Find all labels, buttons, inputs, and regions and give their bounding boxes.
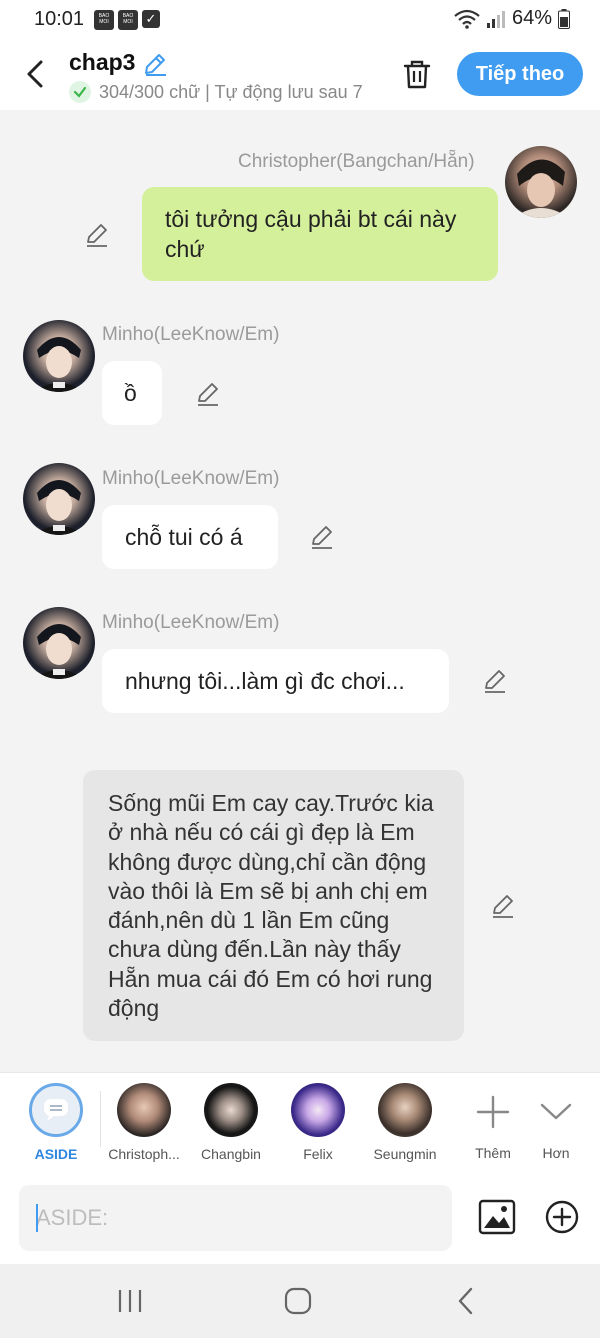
back-nav-icon[interactable]	[452, 1286, 482, 1316]
character-avatar	[291, 1083, 345, 1137]
character-avatar	[378, 1083, 432, 1137]
status-time: 10:01	[34, 8, 85, 30]
add-circle-icon[interactable]	[544, 1199, 580, 1235]
battery-icon	[558, 8, 570, 29]
message-input[interactable]	[19, 1185, 452, 1251]
recent-apps-icon[interactable]	[115, 1286, 145, 1316]
character-avatar	[204, 1083, 258, 1137]
character-label: Changbin	[201, 1146, 261, 1162]
notification-icons: BAO MOI BAO MOI ✓	[94, 10, 160, 30]
next-button[interactable]: Tiếp theo	[457, 52, 583, 96]
sender-name: Minho(LeeKnow/Em)	[102, 468, 280, 489]
chat-area[interactable]: Christopher(Bangchan/Hẵn) tôi tưởng cậu …	[0, 110, 600, 1072]
character-changbin[interactable]: Changbin	[186, 1083, 276, 1162]
saved-check-icon	[69, 81, 91, 103]
edit-message-pencil-icon[interactable]	[309, 524, 335, 550]
edit-message-pencil-icon[interactable]	[84, 222, 110, 248]
character-selector: ASIDE Christoph... Changbin Felix Seungm…	[0, 1072, 600, 1174]
character-label: ASIDE	[34, 1146, 78, 1162]
system-status: 64%	[454, 7, 570, 30]
editor-header: chap3 304/300 chữ | Tự động lưu sau 7 Ti…	[0, 40, 600, 110]
wifi-icon	[454, 9, 480, 29]
checkbox-notification-icon: ✓	[142, 10, 160, 28]
chevron-down-icon	[540, 1103, 572, 1120]
character-aside[interactable]: ASIDE	[11, 1083, 101, 1162]
home-icon[interactable]	[283, 1286, 313, 1316]
chapter-title: chap3	[69, 49, 136, 75]
minho-avatar[interactable]	[23, 320, 95, 392]
minho-avatar[interactable]	[23, 607, 95, 679]
aside-narration-bubble[interactable]: Sống mũi Em cay cay.Trước kia ở nhà nếu …	[83, 770, 464, 1041]
minho-avatar[interactable]	[23, 463, 95, 535]
message-bubble-outgoing[interactable]: tôi tưởng cậu phải bt cái này chứ	[142, 187, 498, 281]
system-navigation-bar	[0, 1264, 600, 1338]
character-label: Felix	[303, 1146, 333, 1162]
more-button[interactable]: Hơn	[511, 1083, 600, 1161]
signal-icon	[486, 10, 505, 28]
more-label: Hơn	[542, 1145, 570, 1161]
message-bubble-incoming[interactable]: ồ	[102, 361, 162, 425]
status-bar: 10:01 BAO MOI BAO MOI ✓ 64%	[0, 0, 600, 40]
sender-name: Minho(LeeKnow/Em)	[102, 612, 280, 633]
edit-title-pencil-icon[interactable]	[142, 51, 168, 77]
edit-message-pencil-icon[interactable]	[482, 668, 508, 694]
back-arrow-icon[interactable]	[22, 56, 50, 92]
word-count-text: 304/300 chữ | Tự động lưu sau 7	[99, 81, 363, 102]
baomoi-app-icon: BAO MOI	[94, 10, 114, 30]
sender-name: Christopher(Bangchan/Hẵn)	[238, 151, 475, 172]
edit-message-pencil-icon[interactable]	[490, 893, 516, 919]
text-caret	[36, 1204, 38, 1232]
trash-icon[interactable]	[402, 58, 432, 90]
aside-icon	[29, 1083, 83, 1137]
sender-name: Minho(LeeKnow/Em)	[102, 324, 280, 345]
composer	[0, 1174, 600, 1264]
image-icon[interactable]	[478, 1198, 516, 1236]
message-bubble-incoming[interactable]: chỗ tui có á	[102, 505, 278, 569]
character-label: Seungmin	[373, 1146, 437, 1162]
character-avatar	[117, 1083, 171, 1137]
baomoi-app-icon: BAO MOI	[118, 10, 138, 30]
character-seungmin[interactable]: Seungmin	[360, 1083, 450, 1162]
character-label: Christoph...	[108, 1146, 180, 1162]
battery-percent: 64%	[511, 7, 552, 29]
character-christopher[interactable]: Christoph...	[99, 1083, 189, 1162]
word-count-status: 304/300 chữ | Tự động lưu sau 7	[69, 81, 363, 103]
christopher-avatar[interactable]	[505, 146, 577, 218]
message-bubble-incoming[interactable]: nhưng tôi...làm gì đc chơi...	[102, 649, 449, 713]
character-felix[interactable]: Felix	[273, 1083, 363, 1162]
edit-message-pencil-icon[interactable]	[195, 381, 221, 407]
